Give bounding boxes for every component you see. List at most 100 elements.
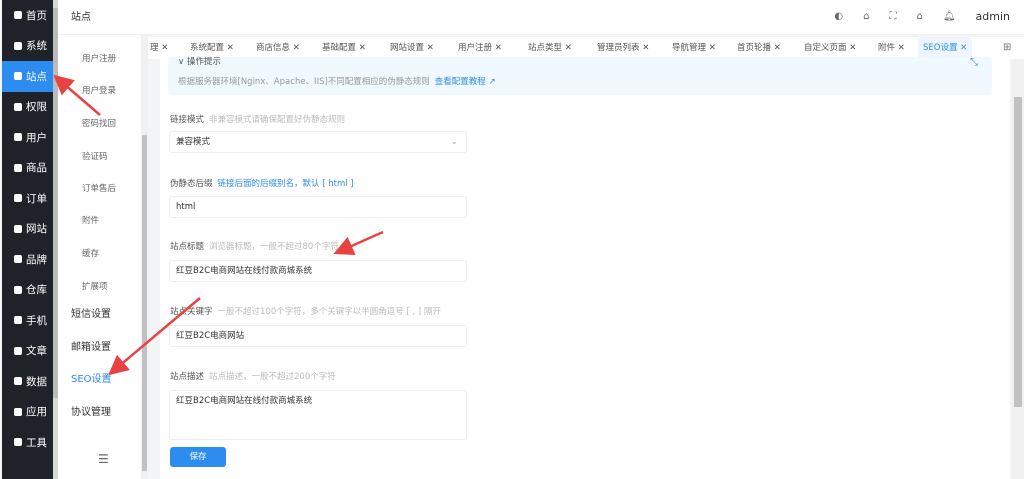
submenu-group[interactable]: 协议管理 (71, 403, 111, 418)
close-icon[interactable]: ✕ (495, 43, 502, 53)
submenu-item[interactable]: 用户注册 (82, 52, 116, 64)
sidebar-item[interactable]: 权限 (2, 92, 58, 123)
phone-icon (14, 316, 22, 325)
close-icon[interactable]: ✕ (293, 43, 300, 53)
close-icon[interactable]: ✕ (774, 43, 781, 53)
submenu-group[interactable]: 邮箱设置 (71, 338, 111, 353)
sidebar-item-label: 品牌 (26, 253, 47, 266)
submenu-item[interactable]: 用户登录 (82, 84, 116, 96)
description-label: 站点描述 (170, 372, 205, 382)
sidebar-item[interactable]: 仓库 (2, 275, 58, 306)
sidebar-item-label: 站点 (26, 70, 47, 83)
close-icon[interactable]: ✕ (709, 43, 716, 53)
sidebar-item[interactable]: 首页 (2, 0, 58, 31)
notice-title[interactable]: ∨ 操作提示 (178, 55, 221, 67)
tab[interactable]: 站点类型 ✕ (528, 37, 572, 59)
tab[interactable]: 网站设置 ✕ (390, 37, 434, 59)
submenu-item[interactable]: 缓存 (82, 247, 99, 259)
tab-label: 首页轮播 (737, 43, 772, 53)
close-icon[interactable]: ✕ (161, 43, 168, 53)
sidebar-item-label: 权限 (26, 101, 47, 114)
sidebar-item[interactable]: 品牌 (2, 244, 58, 275)
tab[interactable]: 理 ✕ (150, 37, 168, 59)
submenu-item[interactable]: 密码找回 (82, 117, 116, 129)
close-icon[interactable]: ✕ (898, 43, 905, 53)
close-icon[interactable]: ✕ (565, 43, 572, 53)
collapse-icon[interactable]: ⤡ (970, 57, 978, 68)
tab-label: 附件 (878, 43, 896, 53)
website-icon (14, 224, 22, 233)
fullscreen-icon[interactable]: ⛶ (889, 11, 896, 22)
site-title-hint: 浏览器标题，一般不超过80个字符 (209, 242, 339, 252)
sidebar-item[interactable]: 系统 (2, 31, 58, 62)
submenu-panel: 站点 用户注册用户登录密码找回验证码订单售后附件缓存扩展项短信设置邮箱设置 SEO… (58, 0, 148, 479)
sidebar-item[interactable]: 商品 (2, 153, 58, 184)
collapse-menu-icon[interactable]: ☰ (98, 452, 109, 466)
close-icon[interactable]: ✕ (849, 43, 856, 53)
suffix-hint: 链接后面的后缀别名，默认 [ html ] (217, 179, 354, 189)
keywords-input[interactable]: 红豆B2C电商网站 (169, 325, 467, 347)
tab-label: 站点类型 (528, 43, 563, 53)
tab[interactable]: 导航管理 ✕ (672, 37, 716, 59)
sidebar-item[interactable]: 工具 (2, 427, 58, 458)
tab-label: 管理员列表 (597, 43, 640, 53)
tab[interactable]: 自定义页面 ✕ (804, 37, 856, 59)
tab[interactable]: 用户注册 ✕ (458, 37, 502, 59)
sidebar-item[interactable]: 用户 (2, 122, 58, 153)
submenu-group[interactable]: 短信设置 (71, 305, 111, 320)
tab[interactable]: 首页轮播 ✕ (737, 37, 781, 59)
store-icon[interactable]: ⌂ (863, 11, 869, 22)
close-icon[interactable]: ✕ (227, 43, 234, 53)
chart-icon (14, 377, 22, 386)
sidebar-item[interactable]: 应用 (2, 397, 58, 428)
home-icon[interactable]: ⌂ (916, 11, 922, 22)
wrench-icon (14, 438, 22, 447)
sidebar-item-label: 首页 (26, 9, 47, 22)
bell-icon[interactable]: 🔔︎ (943, 11, 956, 22)
link-mode-select[interactable]: 兼容模式 ⌄ (169, 131, 467, 153)
palette-icon[interactable]: ◐ (834, 11, 843, 22)
brand-icon (14, 255, 22, 264)
save-button[interactable]: 保存 (170, 447, 226, 467)
site-title-input[interactable]: 红豆B2C电商网站在线付款商城系统 (169, 260, 467, 282)
close-icon[interactable]: ✕ (427, 43, 434, 53)
sidebar-item[interactable]: 数据 (2, 366, 58, 397)
submenu-item[interactable]: 附件 (82, 214, 99, 226)
sidebar-item[interactable]: 文章 (2, 336, 58, 367)
sidebar-item[interactable]: 订单 (2, 183, 58, 214)
tab[interactable]: SEO设置 ✕ (918, 37, 973, 59)
tab[interactable]: 附件 ✕ (878, 37, 905, 59)
apps-icon (14, 407, 22, 416)
sidebar-item[interactable]: 手机 (2, 305, 58, 336)
sidebar-item-label: 文章 (26, 345, 47, 358)
tab[interactable]: 管理员列表 ✕ (597, 37, 649, 59)
suffix-input[interactable]: html (169, 196, 467, 218)
submenu-group[interactable]: SEO设置 (71, 370, 112, 385)
goods-icon (14, 163, 22, 172)
tab-label: 用户注册 (458, 43, 493, 53)
grid-icon[interactable]: ⊞ (1003, 37, 1011, 59)
submenu-item[interactable]: 扩展项 (82, 280, 108, 292)
sidebar-item-label: 工具 (26, 436, 47, 449)
submenu-item[interactable]: 验证码 (82, 150, 108, 162)
sidebar-item-label: 应用 (26, 406, 47, 419)
tab[interactable]: 基础配置 ✕ (322, 37, 366, 59)
submenu-scrollbar[interactable] (141, 35, 148, 479)
keywords-label: 站点关键字 (170, 307, 213, 317)
content-scrollbar[interactable] (1012, 59, 1024, 479)
close-icon[interactable]: ✕ (359, 43, 366, 53)
submenu-title: 站点 (58, 0, 148, 35)
config-tutorial-link[interactable]: 查看配置教程 ↗ (435, 77, 496, 87)
user-menu[interactable]: admin (976, 10, 1010, 23)
description-textarea[interactable]: 红豆B2C电商网站在线付款商城系统 (169, 390, 467, 440)
submenu-item[interactable]: 订单售后 (82, 182, 116, 194)
tab-bar: 理 ✕ 系统配置 ✕ 商店信息 ✕ 基础配置 ✕ 网站设置 ✕ 用户注册 ✕ 站点类型 ✕ 管… (148, 37, 1024, 59)
sidebar-item[interactable]: 网站 (2, 214, 58, 245)
close-icon[interactable]: ✕ (642, 43, 649, 53)
close-icon[interactable]: ✕ (960, 43, 967, 53)
tab-label: 网站设置 (390, 43, 425, 53)
tab[interactable]: 商店信息 ✕ (256, 37, 300, 59)
notice-box: ∨ 操作提示 根据服务器环境[Nginx、Apache、IIS]不同配置相应的伪… (168, 57, 992, 95)
sidebar-item[interactable]: 站点 (2, 61, 58, 92)
main-sidebar: 首页系统站点权限用户 商品 订单 网站品牌仓库 手机文章数据应用工具 (2, 0, 58, 479)
